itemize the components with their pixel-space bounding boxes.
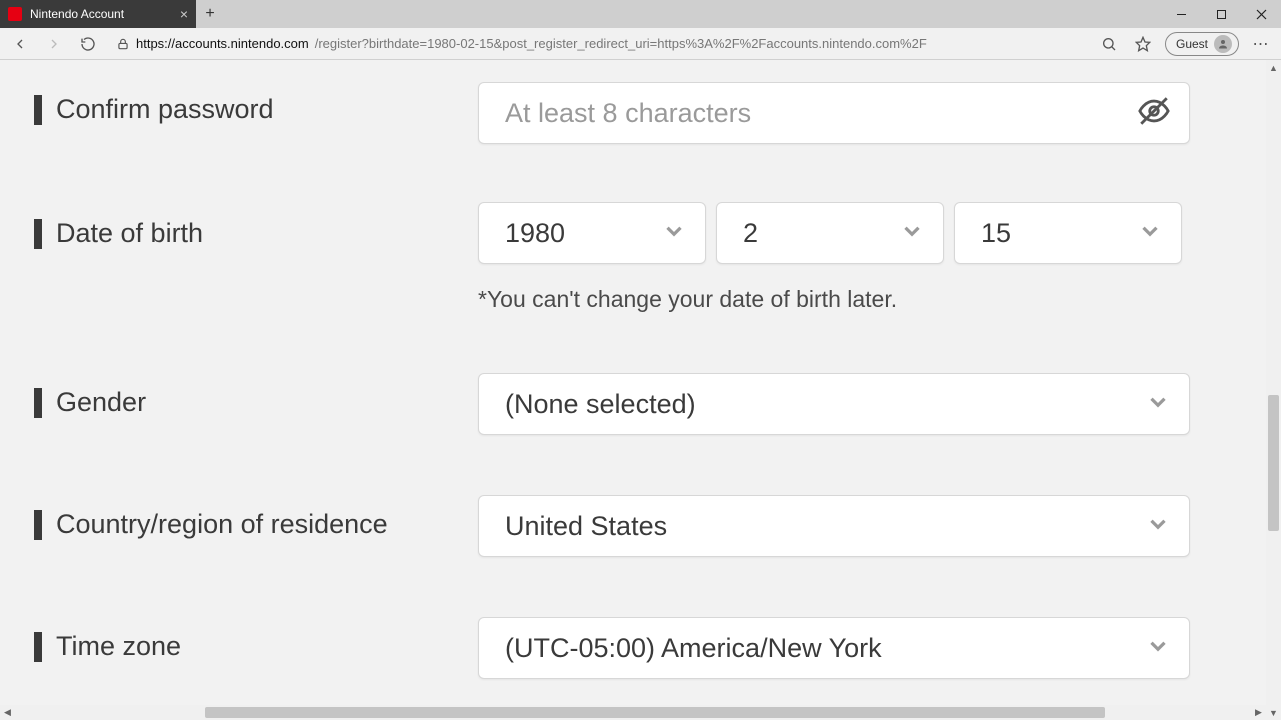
country-select[interactable]: United States [478,495,1190,557]
timezone-select[interactable]: (UTC-05:00) America/New York [478,617,1190,679]
vertical-scroll-track[interactable] [1266,75,1281,705]
scroll-up-arrow[interactable]: ▲ [1266,60,1281,75]
scroll-left-arrow[interactable]: ◀ [0,705,15,720]
chevron-down-icon [899,218,925,249]
scroll-right-arrow[interactable]: ▶ [1251,705,1266,720]
browser-toolbar: https://accounts.nintendo.com/register?b… [0,28,1281,60]
confirm-password-input[interactable] [505,98,1137,129]
label-country: Country/region of residence [56,509,388,540]
page-viewport: Confirm password Date of birth 1980 [0,60,1281,720]
window-minimize-button[interactable] [1161,0,1201,28]
tab-title: Nintendo Account [30,7,172,21]
more-menu-button[interactable]: ⋯ [1249,34,1273,54]
chevron-down-icon [661,218,687,249]
country-value: United States [505,511,667,542]
row-timezone: Time zone (UTC-05:00) America/New York [34,617,1194,679]
lock-icon [116,37,130,51]
horizontal-scroll-track[interactable] [15,705,1251,720]
row-country: Country/region of residence United State… [34,495,1194,557]
scroll-down-arrow[interactable]: ▼ [1266,705,1281,720]
gender-select[interactable]: (None selected) [478,373,1190,435]
row-date-of-birth: Date of birth 1980 2 15 *Y [34,202,1194,313]
dob-month-value: 2 [743,218,758,249]
chevron-down-icon [1145,633,1171,664]
favorite-icon[interactable] [1131,32,1155,56]
label-date-of-birth: Date of birth [56,218,203,249]
dob-year-select[interactable]: 1980 [478,202,706,264]
profile-label: Guest [1176,37,1208,51]
url-path: /register?birthdate=1980-02-15&post_regi… [315,36,927,51]
window-titlebar: Nintendo Account × + [0,0,1281,28]
address-bar[interactable]: https://accounts.nintendo.com/register?b… [110,32,1087,56]
window-close-button[interactable] [1241,0,1281,28]
gender-value: (None selected) [505,389,696,420]
dob-month-select[interactable]: 2 [716,202,944,264]
timezone-value: (UTC-05:00) America/New York [505,633,882,664]
window-maximize-button[interactable] [1201,0,1241,28]
label-gender: Gender [56,387,146,418]
url-host: https://accounts.nintendo.com [136,36,309,51]
chevron-down-icon [1145,511,1171,542]
chevron-down-icon [1137,218,1163,249]
refresh-button[interactable] [76,32,100,56]
label-timezone: Time zone [56,631,181,662]
tab-favicon [8,7,22,21]
profile-button[interactable]: Guest [1165,32,1239,56]
dob-year-value: 1980 [505,218,565,249]
vertical-scroll-thumb[interactable] [1268,395,1279,531]
toggle-password-visibility-icon[interactable] [1137,94,1171,133]
row-gender: Gender (None selected) [34,373,1194,435]
avatar-icon [1214,35,1232,53]
dob-note: *You can't change your date of birth lat… [478,286,1194,313]
back-button[interactable] [8,32,32,56]
close-tab-icon[interactable]: × [180,7,188,21]
vertical-scrollbar[interactable]: ▲ ▼ [1266,60,1281,720]
label-confirm-password: Confirm password [56,94,274,125]
zoom-icon[interactable] [1097,32,1121,56]
dob-day-value: 15 [981,218,1011,249]
horizontal-scroll-thumb[interactable] [205,707,1105,718]
horizontal-scrollbar[interactable]: ◀ ▶ [0,705,1266,720]
browser-tab[interactable]: Nintendo Account × [0,0,196,28]
forward-button[interactable] [42,32,66,56]
row-confirm-password: Confirm password [34,82,1194,144]
chevron-down-icon [1145,389,1171,420]
dob-day-select[interactable]: 15 [954,202,1182,264]
new-tab-button[interactable]: + [196,0,224,28]
